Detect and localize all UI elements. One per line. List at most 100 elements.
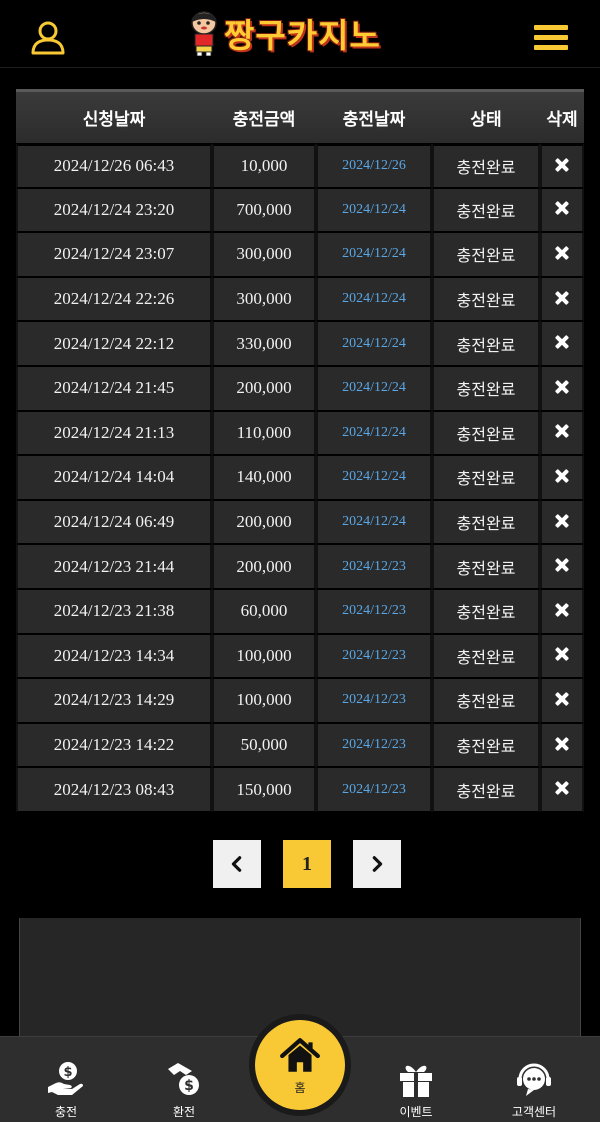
delete-button[interactable] [540, 187, 584, 233]
request-date-cell: 2024/12/23 21:38 [16, 588, 212, 634]
delete-button[interactable] [540, 678, 584, 723]
amount-cell: 140,000 [212, 455, 316, 500]
column-header-amount: 충전금액 [212, 89, 316, 143]
charge-date-cell: 2024/12/23 [316, 678, 432, 723]
deposit-history-table: 신청날짜 충전금액 충전날짜 상태 삭제 2024/12/26 06:43 10,… [16, 89, 584, 812]
table-row: 2024/12/23 14:29 100,000 2024/12/23 충전완료 [16, 678, 584, 723]
close-icon [555, 246, 569, 260]
nav-support[interactable]: 고객센터 [494, 1059, 574, 1120]
page-1-button[interactable]: 1 [283, 840, 331, 888]
table-row: 2024/12/26 06:43 10,000 2024/12/26 충전완료 [16, 143, 584, 188]
amount-cell: 60,000 [212, 588, 316, 634]
user-icon[interactable] [30, 20, 66, 56]
amount-cell: 100,000 [212, 633, 316, 679]
request-date-cell: 2024/12/26 06:43 [16, 143, 212, 188]
close-icon [555, 603, 569, 617]
prev-page-button[interactable] [213, 840, 261, 888]
charge-date-cell: 2024/12/23 [316, 722, 432, 768]
charge-date-cell: 2024/12/24 [316, 365, 432, 411]
delete-button[interactable] [540, 410, 584, 456]
delete-button[interactable] [540, 321, 584, 366]
charge-date-cell: 2024/12/24 [316, 455, 432, 500]
close-icon [555, 647, 569, 661]
request-date-cell: 2024/12/24 21:45 [16, 365, 212, 411]
delete-button[interactable] [540, 544, 584, 589]
delete-button[interactable] [540, 633, 584, 679]
status-cell: 충전완료 [432, 678, 540, 723]
status-cell: 충전완료 [432, 276, 540, 322]
table-row: 2024/12/23 21:44 200,000 2024/12/23 충전완료 [16, 544, 584, 589]
column-header-delete: 삭제 [540, 89, 584, 143]
table-row: 2024/12/23 14:22 50,000 2024/12/23 충전완료 [16, 722, 584, 768]
close-icon [555, 424, 569, 438]
nav-support-label: 고객센터 [511, 1105, 557, 1119]
amount-cell: 50,000 [212, 722, 316, 768]
request-date-cell: 2024/12/23 14:22 [16, 722, 212, 768]
table-row: 2024/12/23 14:34 100,000 2024/12/23 충전완료 [16, 633, 584, 679]
table-row: 2024/12/24 23:20 700,000 2024/12/24 충전완료 [16, 187, 584, 233]
table-row: 2024/12/24 21:45 200,000 2024/12/24 충전완료 [16, 365, 584, 411]
home-icon [280, 1037, 320, 1072]
nav-home[interactable]: 홈 [255, 1020, 345, 1110]
request-date-cell: 2024/12/23 14:29 [16, 678, 212, 723]
close-icon [555, 335, 569, 349]
amount-cell: 300,000 [212, 276, 316, 322]
delete-button[interactable] [540, 767, 584, 812]
status-cell: 충전완료 [432, 499, 540, 545]
table-row: 2024/12/24 22:12 330,000 2024/12/24 충전완료 [16, 321, 584, 366]
amount-cell: 330,000 [212, 321, 316, 366]
delete-button[interactable] [540, 365, 584, 411]
status-cell: 충전완료 [432, 187, 540, 233]
gift-icon [400, 1065, 432, 1097]
close-icon [555, 380, 569, 394]
next-page-button[interactable] [353, 840, 401, 888]
delete-button[interactable] [540, 588, 584, 634]
chevron-right-icon [372, 856, 383, 872]
delete-button[interactable] [540, 455, 584, 500]
nav-event-label: 이벤트 [399, 1105, 433, 1119]
delete-button[interactable] [540, 143, 584, 188]
nav-withdraw-label: 환전 [172, 1105, 196, 1119]
svg-text:$: $ [63, 1065, 72, 1080]
close-icon [555, 781, 569, 795]
charge-date-cell: 2024/12/26 [316, 143, 432, 188]
nav-event[interactable]: 이벤트 [376, 1059, 456, 1120]
request-date-cell: 2024/12/23 14:34 [16, 633, 212, 679]
site-logo[interactable]: 짱구카지노 [186, 8, 381, 58]
table-row: 2024/12/24 06:49 200,000 2024/12/24 충전완료 [16, 499, 584, 545]
delete-button[interactable] [540, 232, 584, 277]
table-row: 2024/12/23 21:38 60,000 2024/12/23 충전완료 [16, 588, 584, 634]
charge-date-cell: 2024/12/23 [316, 544, 432, 589]
delete-button[interactable] [540, 499, 584, 545]
nav-deposit[interactable]: $ 충전 [26, 1059, 106, 1120]
charge-date-cell: 2024/12/23 [316, 767, 432, 812]
nav-withdraw[interactable]: $ 환전 [144, 1059, 224, 1120]
delete-button[interactable] [540, 276, 584, 322]
amount-cell: 110,000 [212, 410, 316, 456]
charge-date-cell: 2024/12/24 [316, 187, 432, 233]
mascot-icon [191, 11, 217, 56]
close-icon [555, 514, 569, 528]
request-date-cell: 2024/12/24 21:13 [16, 410, 212, 456]
delete-button[interactable] [540, 722, 584, 768]
table-header-row: 신청날짜 충전금액 충전날짜 상태 삭제 [16, 89, 584, 143]
close-icon [555, 158, 569, 172]
status-cell: 충전완료 [432, 143, 540, 188]
amount-cell: 150,000 [212, 767, 316, 812]
table-row: 2024/12/24 22:26 300,000 2024/12/24 충전완료 [16, 276, 584, 322]
support-icon [517, 1063, 551, 1096]
table-row: 2024/12/24 14:04 140,000 2024/12/24 충전완료 [16, 455, 584, 500]
withdraw-icon: $ [168, 1063, 199, 1095]
request-date-cell: 2024/12/24 23:20 [16, 187, 212, 233]
charge-date-cell: 2024/12/23 [316, 633, 432, 679]
hamburger-menu-icon[interactable] [532, 20, 570, 56]
charge-date-cell: 2024/12/23 [316, 588, 432, 634]
close-icon [555, 692, 569, 706]
logo-text: 짱구카지노 [224, 16, 381, 55]
table-row: 2024/12/23 08:43 150,000 2024/12/23 충전완료 [16, 767, 584, 812]
request-date-cell: 2024/12/24 14:04 [16, 455, 212, 500]
close-icon [555, 737, 569, 751]
request-date-cell: 2024/12/24 22:12 [16, 321, 212, 366]
charge-date-cell: 2024/12/24 [316, 232, 432, 277]
status-cell: 충전완료 [432, 544, 540, 589]
